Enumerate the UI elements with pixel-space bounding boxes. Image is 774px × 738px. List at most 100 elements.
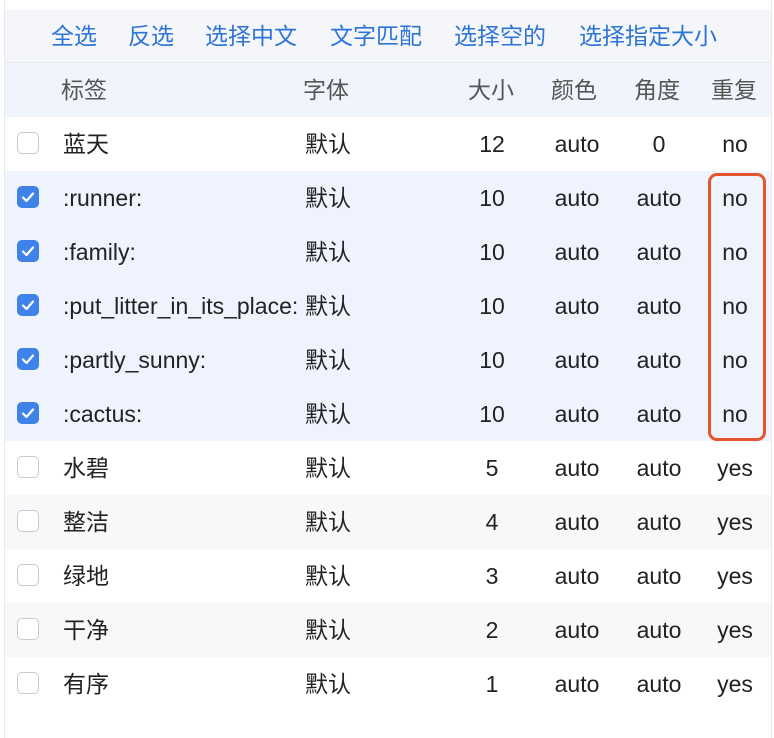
checkmark-icon	[21, 246, 35, 257]
cell-color: auto	[554, 347, 600, 373]
cell-size: 4	[485, 509, 499, 535]
cell-angle: auto	[636, 563, 682, 589]
cell-color: auto	[554, 671, 600, 697]
row-checkbox[interactable]	[17, 294, 39, 316]
table-header: 标签 字体 大小 颜色 角度 重复	[5, 63, 771, 117]
cell-angle: auto	[636, 671, 682, 697]
cell-label: 整洁	[63, 509, 109, 535]
cell-font: 默认	[305, 131, 351, 157]
checkmark-icon	[21, 408, 35, 419]
cell-angle: auto	[636, 293, 682, 319]
row-checkbox[interactable]	[17, 564, 39, 586]
cell-repeat: no	[722, 347, 748, 373]
cell-font: 默认	[305, 617, 351, 643]
cell-color: auto	[554, 455, 600, 481]
cell-label: :put_litter_in_its_place:	[63, 293, 299, 319]
cell-font: 默认	[305, 347, 351, 373]
cell-size: 12	[479, 131, 505, 157]
cell-size: 10	[479, 347, 505, 373]
table-row[interactable]: 有序 默认 1 auto auto yes	[5, 657, 771, 711]
cell-color: auto	[554, 509, 600, 535]
word-list-panel: 全选 反选 选择中文 文字匹配 选择空的 选择指定大小 标签 字体 大小 颜色 …	[4, 0, 772, 738]
cell-label: :partly_sunny:	[63, 347, 207, 373]
cell-size: 10	[479, 239, 505, 265]
cell-angle: auto	[636, 401, 682, 427]
cell-label: :family:	[63, 239, 136, 265]
select-all-button[interactable]: 全选	[51, 22, 97, 50]
row-checkbox[interactable]	[17, 456, 39, 478]
cell-repeat: no	[722, 401, 748, 427]
select-empty-button[interactable]: 选择空的	[454, 22, 546, 50]
header-size: 大小	[468, 77, 514, 103]
row-checkbox[interactable]	[17, 672, 39, 694]
cell-angle: auto	[636, 509, 682, 535]
cell-repeat: yes	[717, 617, 753, 643]
select-chinese-button[interactable]: 选择中文	[205, 22, 297, 50]
table-row[interactable]: 绿地 默认 3 auto auto yes	[5, 549, 771, 603]
table-row[interactable]: :put_litter_in_its_place: 默认 10 auto auto no	[5, 279, 771, 333]
cell-font: 默认	[305, 185, 351, 211]
row-checkbox[interactable]	[17, 240, 39, 262]
row-checkbox[interactable]	[17, 510, 39, 532]
row-checkbox[interactable]	[17, 348, 39, 370]
table-row[interactable]: 整洁 默认 4 auto auto yes	[5, 495, 771, 549]
checkmark-icon	[21, 354, 35, 365]
select-size-button[interactable]: 选择指定大小	[579, 22, 717, 50]
header-font: 字体	[303, 77, 349, 103]
cell-repeat: no	[722, 293, 748, 319]
cell-angle: auto	[636, 617, 682, 643]
cell-repeat: yes	[717, 563, 753, 589]
header-color: 颜色	[551, 77, 597, 103]
cell-angle: 0	[652, 131, 666, 157]
cell-repeat: no	[722, 185, 748, 211]
table-row[interactable]: :partly_sunny: 默认 10 auto auto no	[5, 333, 771, 387]
cell-angle: auto	[636, 185, 682, 211]
cell-angle: auto	[636, 455, 682, 481]
cell-size: 5	[485, 455, 499, 481]
cell-repeat: yes	[717, 671, 753, 697]
table-row[interactable]: :runner: 默认 10 auto auto no	[5, 171, 771, 225]
selection-toolbar: 全选 反选 选择中文 文字匹配 选择空的 选择指定大小	[5, 10, 771, 63]
header-repeat: 重复	[711, 77, 757, 103]
cell-label: 干净	[63, 617, 109, 643]
cell-repeat: no	[722, 239, 748, 265]
cell-font: 默认	[305, 509, 351, 535]
cell-font: 默认	[305, 455, 351, 481]
cell-color: auto	[554, 131, 600, 157]
cell-size: 10	[479, 185, 505, 211]
cell-color: auto	[554, 401, 600, 427]
cell-size: 1	[485, 671, 499, 697]
cell-angle: auto	[636, 239, 682, 265]
cell-font: 默认	[305, 239, 351, 265]
table-row[interactable]: :family: 默认 10 auto auto no	[5, 225, 771, 279]
checkmark-icon	[21, 300, 35, 311]
cell-color: auto	[554, 563, 600, 589]
cell-repeat: yes	[717, 509, 753, 535]
checkmark-icon	[21, 192, 35, 203]
cell-size: 3	[485, 563, 499, 589]
text-match-button[interactable]: 文字匹配	[330, 22, 422, 50]
invert-selection-button[interactable]: 反选	[128, 22, 174, 50]
cell-color: auto	[554, 239, 600, 265]
cell-label: 有序	[63, 671, 109, 697]
cell-color: auto	[554, 293, 600, 319]
cell-font: 默认	[305, 671, 351, 697]
cell-color: auto	[554, 185, 600, 211]
row-checkbox[interactable]	[17, 402, 39, 424]
row-checkbox[interactable]	[17, 186, 39, 208]
cell-font: 默认	[305, 293, 351, 319]
table-row[interactable]: 蓝天 默认 12 auto 0 no	[5, 117, 771, 171]
cell-size: 10	[479, 401, 505, 427]
cell-size: 2	[485, 617, 499, 643]
cell-font: 默认	[305, 563, 351, 589]
cell-angle: auto	[636, 347, 682, 373]
table-row[interactable]: 干净 默认 2 auto auto yes	[5, 603, 771, 657]
cell-repeat: no	[722, 131, 748, 157]
row-checkbox[interactable]	[17, 132, 39, 154]
cell-font: 默认	[305, 401, 351, 427]
header-label: 标签	[61, 77, 107, 103]
table-row[interactable]: :cactus: 默认 10 auto auto no	[5, 387, 771, 441]
row-checkbox[interactable]	[17, 618, 39, 640]
cell-repeat: yes	[717, 455, 753, 481]
table-row[interactable]: 水碧 默认 5 auto auto yes	[5, 441, 771, 495]
